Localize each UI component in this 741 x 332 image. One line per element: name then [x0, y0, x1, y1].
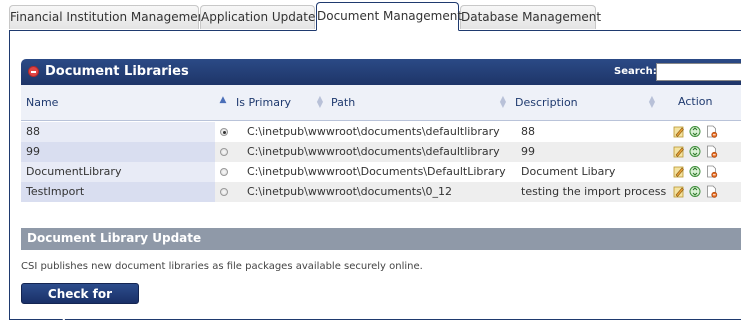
sort-icon[interactable]: ▲ ▼	[648, 95, 656, 109]
delete-document-icon[interactable]	[706, 165, 718, 178]
edit-icon[interactable]	[673, 185, 685, 198]
libraries-header: Document Libraries Search:	[21, 59, 741, 85]
row-actions	[673, 145, 721, 159]
row-path: C:\inetpub\wwwroot\documents\defaultlibr…	[247, 125, 500, 138]
name-cell	[21, 142, 215, 162]
sync-icon[interactable]	[689, 145, 701, 158]
row-path: C:\inetpub\wwwroot\documents\0_12	[247, 185, 453, 198]
tab-bar: Financial Institution Management Applica…	[0, 0, 741, 31]
sort-icon[interactable]: ▲ ▼	[499, 95, 507, 109]
check-for-updates-button[interactable]: Check for Updates	[21, 283, 139, 321]
update-header: Document Library Update	[21, 228, 741, 250]
delete-document-icon[interactable]	[706, 185, 718, 198]
tab-database-management[interactable]: Database Management	[460, 5, 601, 29]
column-header-description[interactable]: Description	[515, 96, 578, 109]
row-path: C:\inetpub\wwwroot\documents\defaultlibr…	[247, 145, 500, 158]
sync-icon[interactable]	[689, 165, 701, 178]
row-actions	[673, 165, 721, 179]
primary-radio[interactable]	[220, 168, 228, 176]
table-row[interactable]: 99 C:\inetpub\wwwroot\documents\defaultl…	[21, 142, 741, 162]
edit-icon[interactable]	[673, 125, 685, 138]
row-description: Document Libary	[521, 165, 616, 178]
row-description: 99	[521, 145, 535, 158]
tab-financial-institution-management[interactable]: Financial Institution Management	[9, 5, 210, 29]
row-description: 88	[521, 125, 535, 138]
sync-icon[interactable]	[689, 185, 701, 198]
row-actions	[673, 185, 721, 199]
primary-radio[interactable]	[220, 148, 228, 156]
tab-document-management[interactable]: Document Management	[316, 2, 462, 31]
table-row[interactable]: TestImport C:\inetpub\wwwroot\documents\…	[21, 182, 741, 202]
row-actions	[673, 125, 721, 139]
search-input[interactable]	[656, 63, 741, 81]
delete-document-icon[interactable]	[706, 125, 718, 138]
table-row[interactable]: DocumentLibrary C:\inetpub\wwwroot\Docum…	[21, 162, 741, 182]
sort-ascending-icon[interactable]: ▲	[219, 96, 227, 105]
delete-document-icon[interactable]	[706, 145, 718, 158]
primary-radio[interactable]	[220, 188, 228, 196]
row-path: C:\inetpub\wwwroot\Documents\DefaultLibr…	[247, 165, 506, 178]
name-cell	[21, 122, 215, 142]
sync-icon[interactable]	[689, 125, 701, 138]
edit-icon[interactable]	[673, 165, 685, 178]
column-header-action: Action	[678, 95, 713, 108]
primary-radio[interactable]	[220, 128, 228, 136]
column-header-name[interactable]: Name	[26, 96, 58, 109]
row-name: 99	[26, 145, 40, 158]
update-description: CSI publishes new document libraries as …	[21, 261, 423, 272]
column-header-path[interactable]: Path	[331, 96, 355, 109]
search-label: Search:	[614, 66, 657, 77]
edit-icon[interactable]	[673, 145, 685, 158]
row-description: testing the import process	[521, 185, 667, 198]
tab-application-update[interactable]: Application Update	[200, 5, 315, 29]
row-name: DocumentLibrary	[26, 165, 122, 178]
table-header: Name ▲ Is Primary ▲ ▼ Path ▲ ▼ Description…	[21, 85, 741, 121]
column-header-is-primary[interactable]: Is Primary	[236, 96, 291, 109]
sort-icon[interactable]: ▲ ▼	[316, 95, 324, 109]
collapse-icon[interactable]	[28, 66, 39, 77]
libraries-title: Document Libraries	[45, 64, 189, 79]
update-title: Document Library Update	[27, 231, 202, 245]
row-name: 88	[26, 125, 40, 138]
table-row[interactable]: 88 C:\inetpub\wwwroot\documents\defaultl…	[21, 122, 741, 142]
row-name: TestImport	[26, 185, 85, 198]
